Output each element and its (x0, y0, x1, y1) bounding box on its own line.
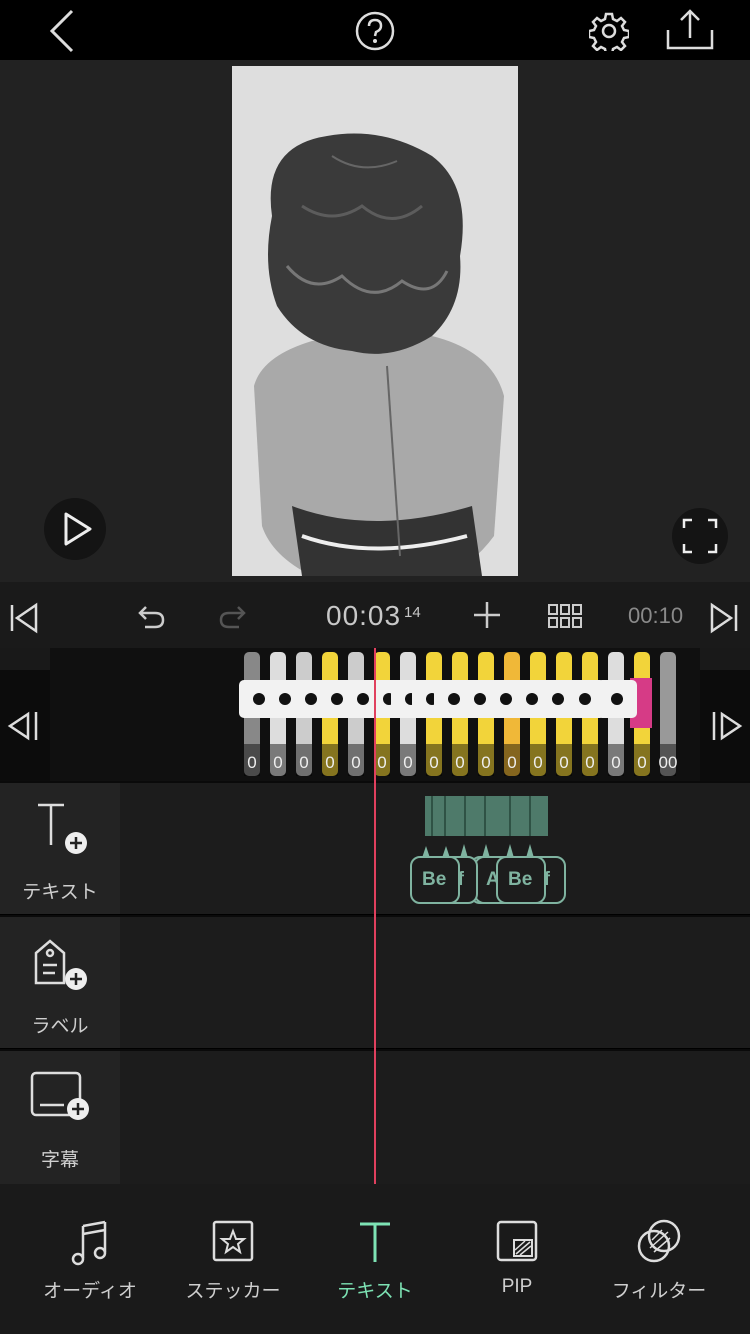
text-clip-label: Be (508, 869, 533, 890)
step-forward-icon (712, 711, 743, 741)
text-clip-bubble[interactable]: Be (410, 856, 460, 904)
clip-time-label: 0 (585, 753, 594, 772)
top-bar (0, 0, 750, 60)
subtitle-lane-label: 字幕 (40, 1150, 79, 1171)
add-text-button[interactable]: テキスト (0, 783, 120, 914)
clip-time-label: 0 (637, 753, 646, 772)
transition-dot (579, 693, 591, 705)
step-back-icon (7, 711, 38, 741)
grid-view-icon[interactable] (546, 600, 584, 632)
subtitle-add-icon (30, 1071, 89, 1120)
prev-frame-button[interactable] (0, 670, 50, 781)
timeline-toolbar: 00:03 14 00:10 (0, 582, 750, 648)
transition-dot (279, 693, 291, 705)
fullscreen-button[interactable] (672, 508, 728, 564)
video-preview (0, 60, 750, 582)
total-duration: 00:10 (628, 603, 684, 628)
current-frames: 14 (404, 604, 421, 621)
nav-label: オーディオ (43, 1281, 137, 1302)
add-subtitle-button[interactable]: 字幕 (0, 1051, 120, 1184)
transition-dot (357, 693, 369, 705)
nav-text[interactable]: テキスト (300, 1184, 450, 1334)
label-lane-label: ラベル (31, 1016, 89, 1037)
share-icon[interactable] (662, 6, 718, 54)
jump-to-end-icon[interactable] (706, 600, 742, 636)
clip-time-label: 0 (611, 753, 620, 772)
text-clip-label: Be (422, 869, 447, 890)
nav-label: PIP (501, 1276, 533, 1297)
clip-time-label: 0 (247, 753, 256, 772)
transition-dot (526, 693, 538, 705)
add-clip-icon[interactable] (470, 598, 504, 632)
play-button[interactable] (44, 498, 106, 560)
expand-icon (682, 518, 718, 554)
clip-time-label: 0 (273, 753, 282, 772)
nav-label: テキスト (337, 1281, 413, 1302)
clip-time-label: 0 (429, 753, 438, 772)
text-lane-label: テキスト (22, 882, 98, 903)
jump-to-start-icon[interactable] (6, 600, 42, 636)
undo-icon[interactable] (132, 600, 168, 632)
clip-time-label: 0 (481, 753, 490, 772)
clip-time-label: 00 (659, 753, 678, 772)
transition-dot (331, 693, 343, 705)
playhead[interactable] (374, 648, 376, 1184)
clip-time-label: 0 (377, 753, 386, 772)
transition-dot (552, 693, 564, 705)
redo-icon[interactable] (216, 600, 252, 632)
add-label-button[interactable]: ラベル (0, 917, 120, 1048)
nav-pip[interactable]: PIP (442, 1184, 592, 1334)
nav-label: フィルター (611, 1281, 707, 1302)
transition-dot (500, 693, 512, 705)
person-photo (232, 66, 518, 576)
transition-dot (611, 693, 623, 705)
transition-dot (253, 693, 265, 705)
clip-time-label: 0 (299, 753, 308, 772)
current-time: 00:03 (326, 600, 402, 631)
help-icon[interactable] (352, 8, 398, 54)
nav-label: ステッカー (185, 1281, 281, 1302)
settings-icon[interactable] (586, 8, 632, 54)
text-clip-bubble[interactable]: Be (496, 856, 546, 904)
clip-time-label: 0 (455, 753, 464, 772)
bottom-nav: オーディオ ステッカー テキスト PIP フィルター (0, 1184, 750, 1334)
next-frame-button[interactable] (700, 670, 750, 781)
clip-time-label: 0 (507, 753, 516, 772)
clip-time-label: 0 (351, 753, 360, 772)
clip-time-label: 0 (533, 753, 542, 772)
back-icon[interactable] (38, 6, 84, 56)
nav-sticker[interactable]: ステッカー (158, 1184, 308, 1334)
transition-dot (448, 693, 460, 705)
text-clip-blocks[interactable] (425, 796, 548, 836)
nav-audio[interactable]: オーディオ (15, 1184, 165, 1334)
nav-filter[interactable]: フィルター (584, 1184, 734, 1334)
clip-time-label: 0 (325, 753, 334, 772)
transition-dot (305, 693, 317, 705)
clip-time-label: 0 (403, 753, 412, 772)
transition-dot (474, 693, 486, 705)
text-add-icon (38, 803, 87, 854)
label-add-icon (34, 939, 87, 990)
play-icon (64, 512, 92, 546)
text-clip-dividers (431, 796, 531, 836)
clip-time-label: 0 (559, 753, 568, 772)
video-frame (232, 66, 518, 576)
